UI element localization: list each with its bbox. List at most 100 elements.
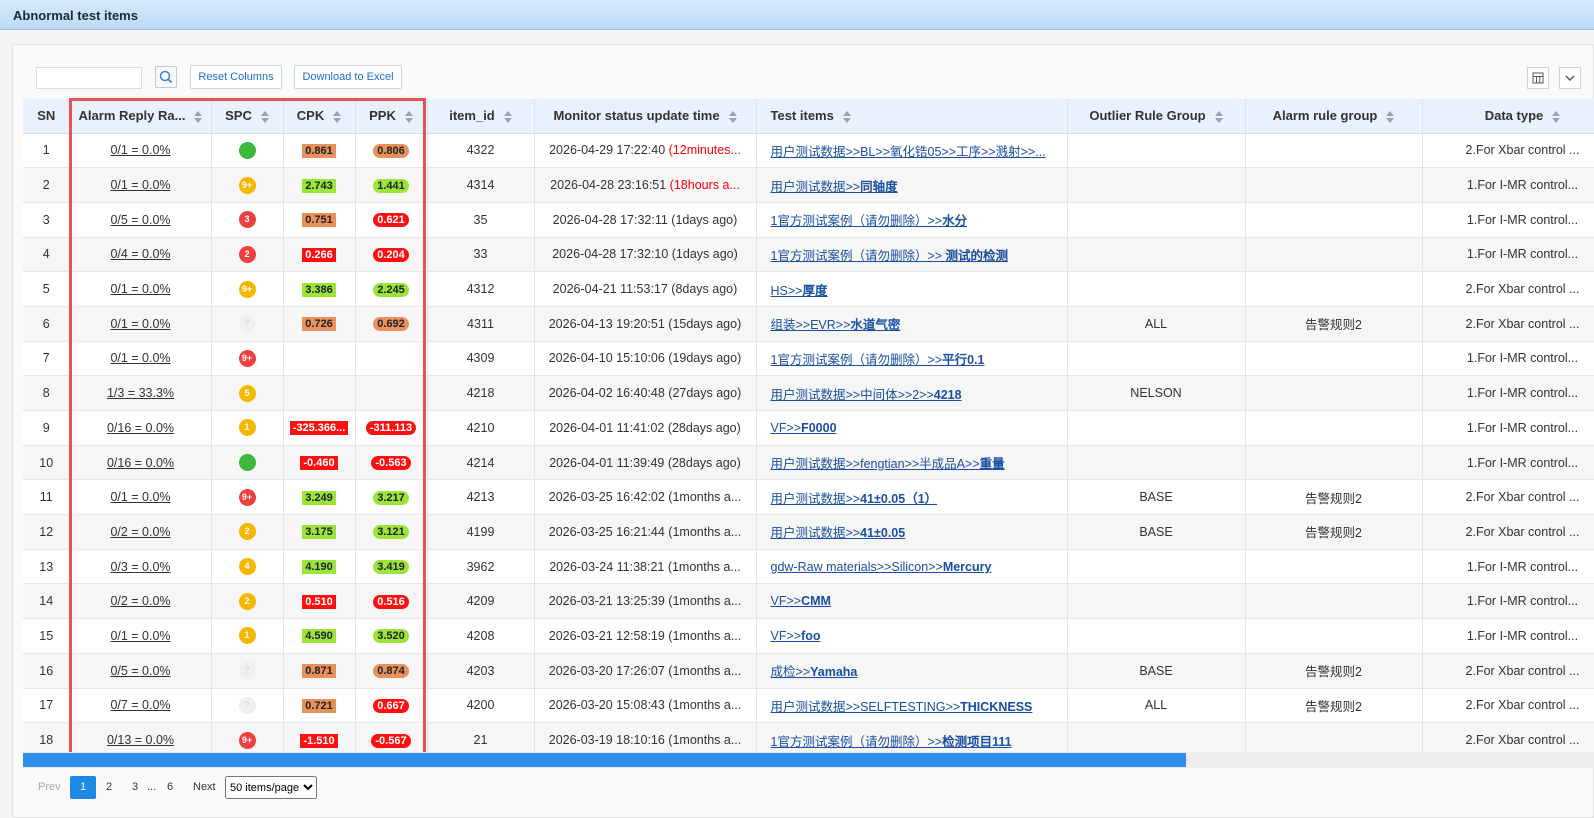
spc-status-icon[interactable]: 4 <box>238 558 256 576</box>
spc-status-icon[interactable]: 9+ <box>238 731 256 749</box>
table-row[interactable]: 15 0/1 = 0.0% 1 4.590 3.520 4208 2026-03-21 12… <box>23 618 1594 654</box>
test-item-link[interactable]: 用户测试数据>>41±0.05（1） <box>771 492 938 506</box>
spc-status-icon[interactable] <box>238 454 256 472</box>
sort-icon[interactable] <box>728 110 737 123</box>
sort-icon[interactable] <box>1385 110 1395 123</box>
table-row[interactable]: 4 0/4 = 0.0% 2 0.266 0.204 33 2026-04-28 17:32… <box>23 237 1594 273</box>
page-6-button[interactable]: 6 <box>167 776 173 799</box>
page-1-button[interactable]: 1 <box>70 776 96 799</box>
test-item-link[interactable]: 用户测试数据>>SELFTESTING>>THICKNESS <box>771 700 1033 714</box>
spc-status-icon[interactable]: ? <box>238 315 256 333</box>
prev-page-button[interactable]: Prev <box>38 776 61 799</box>
spc-status-icon[interactable]: 9+ <box>238 349 256 367</box>
spc-status-icon[interactable]: 9+ <box>238 280 256 298</box>
spc-status-icon[interactable]: 3 <box>238 211 256 229</box>
alarm-reply-rate-link[interactable]: 0/4 = 0.0% <box>110 247 170 261</box>
alarm-reply-rate-link[interactable]: 0/16 = 0.0% <box>107 421 174 435</box>
table-row[interactable]: 9 0/16 = 0.0% 1 -325.366... -311.113 4210 2026… <box>23 410 1594 446</box>
table-row[interactable]: 8 1/3 = 33.3% 5 4218 2026-04-02 16:40:48 (27… <box>23 375 1594 411</box>
table-row[interactable]: 7 0/1 = 0.0% 9+ 4309 2026-04-10 15:10:06 (19… <box>23 341 1594 377</box>
table-row[interactable]: 11 0/1 = 0.0% 9+ 3.249 3.217 4213 2026-03-25 1… <box>23 479 1594 516</box>
sort-icon[interactable] <box>404 110 413 123</box>
spc-status-icon[interactable]: 9+ <box>238 176 256 194</box>
table-row[interactable]: 1 0/1 = 0.0% 0.861 0.806 4322 2026-04-29 17:2… <box>23 133 1594 169</box>
test-item-link[interactable]: 用户测试数据>>fengtian>>半成品A>>重量 <box>771 457 1005 471</box>
table-row[interactable]: 16 0/5 = 0.0%? 0.871 0.874 4203 2026-03-20 17… <box>23 653 1594 689</box>
col-header-cpk[interactable]: CPK <box>283 99 356 134</box>
col-header-alarm-rule-group[interactable]: Alarm rule group <box>1245 99 1423 134</box>
sort-icon[interactable] <box>503 110 512 123</box>
col-header-data-type[interactable]: Data type <box>1422 99 1594 134</box>
alarm-reply-rate-link[interactable]: 0/1 = 0.0% <box>110 178 170 192</box>
alarm-reply-rate-link[interactable]: 0/1 = 0.0% <box>110 490 170 504</box>
spc-status-icon[interactable]: 5 <box>238 384 256 402</box>
table-row[interactable]: 6 0/1 = 0.0%? 0.726 0.692 4311 2026-04-13 19:… <box>23 306 1594 342</box>
alarm-reply-rate-link[interactable]: 0/2 = 0.0% <box>110 525 170 539</box>
spc-status-icon[interactable] <box>238 141 256 159</box>
download-excel-button[interactable]: Download to Excel <box>294 65 402 89</box>
test-item-link[interactable]: 1官方测试案例（请勿删除）>> 测试的检测 <box>771 249 1009 263</box>
sort-icon[interactable] <box>842 110 851 123</box>
table-row[interactable]: 3 0/5 = 0.0% 3 0.751 0.621 35 2026-04-28 17:32… <box>23 202 1594 238</box>
test-item-link[interactable]: HS>>厚度 <box>771 284 828 298</box>
test-item-link[interactable]: 1官方测试案例（请勿删除）>>检测项目111 <box>771 735 1012 749</box>
table-row[interactable]: 12 0/2 = 0.0% 2 3.175 3.121 4199 2026-03-25 16… <box>23 514 1594 550</box>
sort-icon[interactable] <box>332 110 342 123</box>
test-item-link[interactable]: VF>>CMM <box>771 594 831 608</box>
alarm-reply-rate-link[interactable]: 0/7 = 0.0% <box>110 698 170 712</box>
col-header-outlier-rule-group[interactable]: Outlier Rule Group <box>1067 99 1246 134</box>
search-button[interactable] <box>155 66 177 88</box>
test-item-link[interactable]: 用户测试数据>>41±0.05 <box>771 526 906 540</box>
horizontal-scrollbar[interactable] <box>23 752 1594 768</box>
spc-status-icon[interactable]: 2 <box>238 245 256 263</box>
page-3-button[interactable]: 3 <box>132 776 138 799</box>
alarm-reply-rate-link[interactable]: 0/1 = 0.0% <box>110 317 170 331</box>
more-options-button[interactable] <box>1559 67 1581 89</box>
col-header-monitor-time[interactable]: Monitor status update time <box>534 99 757 134</box>
spc-status-icon[interactable]: ? <box>238 696 256 714</box>
table-row[interactable]: 14 0/2 = 0.0% 2 0.510 0.516 4209 2026-03-21 13… <box>23 583 1594 620</box>
table-row[interactable]: 17 0/7 = 0.0%? 0.721 0.667 4200 2026-03-20 15… <box>23 688 1594 724</box>
spc-status-icon[interactable]: 2 <box>238 592 256 610</box>
table-row[interactable]: 13 0/3 = 0.0% 4 4.190 3.419 3962 2026-03-24 11… <box>23 549 1594 585</box>
test-item-link[interactable]: 1官方测试案例（请勿删除）>>水分 <box>771 214 968 228</box>
page-size-select[interactable]: 50 items/page <box>225 776 317 799</box>
alarm-reply-rate-link[interactable]: 0/1 = 0.0% <box>110 351 170 365</box>
test-item-link[interactable]: 用户测试数据>>同轴度 <box>771 180 898 194</box>
alarm-reply-rate-link[interactable]: 0/1 = 0.0% <box>110 282 170 296</box>
table-row[interactable]: 2 0/1 = 0.0% 9+ 2.743 1.441 4314 2026-04-28 23… <box>23 167 1594 203</box>
alarm-reply-rate-link[interactable]: 0/5 = 0.0% <box>110 213 170 227</box>
test-item-link[interactable]: gdw-Raw materials>>Silicon>>Mercury <box>771 560 992 574</box>
page-2-button[interactable]: 2 <box>106 776 112 799</box>
table-row[interactable]: 5 0/1 = 0.0% 9+ 3.386 2.245 4312 2026-04-21 11… <box>23 271 1594 307</box>
test-item-link[interactable]: 用户测试数据>>BL>>氧化锆05>>工序>>溅射>>... <box>771 145 1046 159</box>
sort-icon[interactable] <box>1214 110 1223 123</box>
alarm-reply-rate-link[interactable]: 0/1 = 0.0% <box>110 143 170 157</box>
test-item-link[interactable]: 1官方测试案例（请勿删除）>>平行0.1 <box>771 353 985 367</box>
alarm-reply-rate-link[interactable]: 0/5 = 0.0% <box>110 664 170 678</box>
spc-status-icon[interactable]: 1 <box>238 627 256 645</box>
col-header-ppk[interactable]: PPK <box>355 99 428 134</box>
alarm-reply-rate-link[interactable]: 0/16 = 0.0% <box>107 456 174 470</box>
alarm-reply-rate-link[interactable]: 0/3 = 0.0% <box>110 560 170 574</box>
next-page-button[interactable]: Next <box>193 776 216 799</box>
spc-status-icon[interactable]: 2 <box>238 523 256 541</box>
alarm-reply-rate-link[interactable]: 0/13 = 0.0% <box>107 733 174 747</box>
sort-icon[interactable] <box>1551 110 1561 123</box>
col-header-alarm-reply-rate[interactable]: Alarm Reply Ra... <box>70 99 212 134</box>
alarm-reply-rate-link[interactable]: 1/3 = 33.3% <box>107 386 174 400</box>
column-settings-button[interactable] <box>1527 67 1549 89</box>
table-row[interactable]: 10 0/16 = 0.0% -0.460 -0.563 4214 2026-04-01 … <box>23 445 1594 481</box>
scrollbar-thumb[interactable] <box>23 753 1186 767</box>
search-input[interactable] <box>36 67 142 89</box>
col-header-test-items[interactable]: Test items <box>756 99 1068 134</box>
col-header-sn[interactable]: SN <box>23 99 71 134</box>
spc-status-icon[interactable]: 9+ <box>238 488 256 506</box>
test-item-link[interactable]: 组装>>EVR>>水道气密 <box>771 318 901 332</box>
test-item-link[interactable]: 用户测试数据>>中间体>>2>>4218 <box>771 388 962 402</box>
col-header-item-id[interactable]: item_id <box>427 99 535 134</box>
sort-icon[interactable] <box>260 110 269 123</box>
alarm-reply-rate-link[interactable]: 0/2 = 0.0% <box>110 594 170 608</box>
spc-status-icon[interactable]: ? <box>238 662 256 680</box>
alarm-reply-rate-link[interactable]: 0/1 = 0.0% <box>110 629 170 643</box>
